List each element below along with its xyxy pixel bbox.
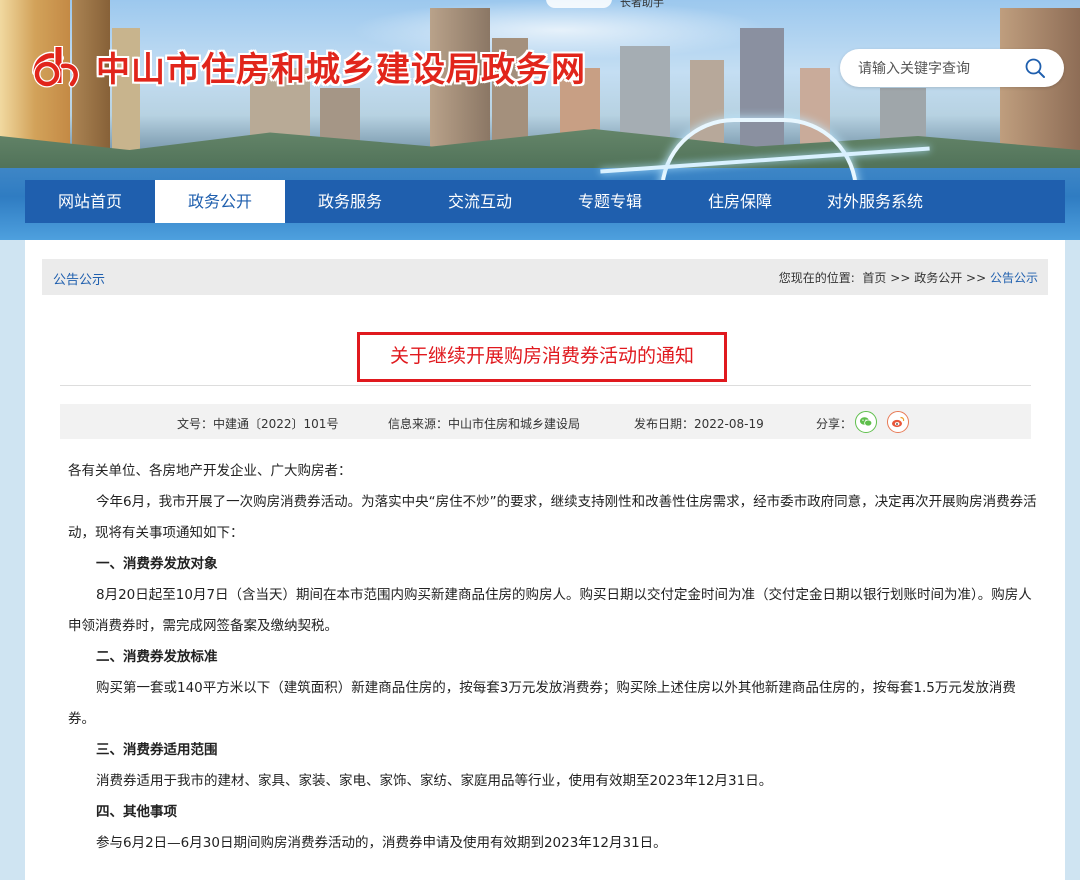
body-paragraph: 消费券适用于我市的建材、家具、家装、家电、家饰、家纺、家庭用品等行业，使用有效期… (96, 773, 773, 789)
section-heading: 二、消费券发放标准 (96, 649, 218, 665)
breadcrumb-prefix: 您现在的位置: (778, 271, 855, 285)
body-paragraph: 购买第一套或140平方米以下（建筑面积）新建商品住房的，按每套3万元发放消费券；… (68, 680, 1016, 727)
breadcrumb-bar: 公告公示 您现在的位置: 首页 >> 政务公开 >> 公告公示 (42, 259, 1048, 295)
nav-item-topics[interactable]: 专题专辑 (545, 180, 675, 223)
info-source: 信息来源：中山市住房和城乡建设局 (388, 417, 581, 431)
share-wechat-button[interactable] (855, 411, 877, 433)
body-paragraph: 今年6月，我市开展了一次购房消费券活动。为落实中央“房住不炒”的要求，继续支持刚… (68, 494, 1037, 541)
article-title: 关于继续开展购房消费券活动的通知 (357, 332, 727, 382)
site-title[interactable]: 中山市住房和城乡建设局政务网 (96, 42, 586, 91)
body-paragraph: 8月20日起至10月7日（含当天）期间在本市范围内购买新建商品住房的购房人。购买… (68, 587, 1032, 634)
breadcrumb-gov-info-link[interactable]: 政务公开 (914, 271, 962, 285)
share-weibo-button[interactable] (887, 411, 909, 433)
site-logo-icon[interactable] (30, 42, 86, 90)
nav-item-external-services[interactable]: 对外服务系统 (805, 180, 945, 223)
title-divider (60, 385, 1031, 386)
nav-item-housing-security[interactable]: 住房保障 (675, 180, 805, 223)
breadcrumb-separator: >> (890, 271, 911, 285)
section-heading: 一、消费券发放对象 (96, 556, 218, 572)
section-heading: 三、消费券适用范围 (96, 742, 218, 758)
section-heading: 四、其他事项 (96, 804, 177, 820)
wechat-icon (859, 417, 873, 427)
salutation: 各有关单位、各房地产开发企业、广大购房者： (68, 463, 352, 479)
article-body: 各有关单位、各房地产开发企业、广大购房者： 今年6月，我市开展了一次购房消费券活… (68, 456, 1038, 859)
elder-mode-pill[interactable] (546, 0, 612, 8)
search-input[interactable] (856, 58, 1020, 80)
breadcrumb-home-link[interactable]: 首页 (862, 271, 886, 285)
share-label: 分享： (816, 417, 853, 431)
nav-item-home[interactable]: 网站首页 (25, 180, 155, 223)
body-paragraph: 参与6月2日—6月30日期间购房消费券活动的，消费券申请及使用有效期到2023年… (96, 835, 667, 851)
main-content: 公告公示 您现在的位置: 首页 >> 政务公开 >> 公告公示 关于继续开展购房… (25, 240, 1065, 880)
article-meta: 文号：中建通〔2022〕101号 信息来源：中山市住房和城乡建设局 发布日期：2… (60, 404, 1031, 439)
nav-item-gov-info[interactable]: 政务公开 (155, 180, 285, 223)
search-box (840, 49, 1064, 87)
elder-mode-link[interactable]: 长者助手 (620, 0, 664, 10)
weibo-icon (892, 416, 905, 428)
doc-number: 文号：中建通〔2022〕101号 (177, 417, 339, 431)
publish-date: 发布日期：2022-08-19 (634, 417, 764, 431)
section-title[interactable]: 公告公示 (53, 269, 105, 288)
nav-item-interaction[interactable]: 交流互动 (415, 180, 545, 223)
breadcrumb-current-link[interactable]: 公告公示 (990, 271, 1038, 285)
search-icon[interactable] (1024, 57, 1046, 79)
breadcrumb-separator: >> (966, 271, 987, 285)
breadcrumb: 您现在的位置: 首页 >> 政务公开 >> 公告公示 (779, 269, 1038, 286)
main-nav: 网站首页 政务公开 政务服务 交流互动 专题专辑 住房保障 对外服务系统 (25, 180, 1065, 223)
nav-item-gov-service[interactable]: 政务服务 (285, 180, 415, 223)
